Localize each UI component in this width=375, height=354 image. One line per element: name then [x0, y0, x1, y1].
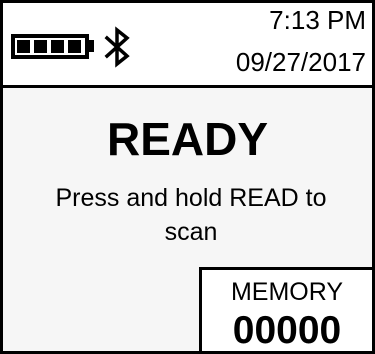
memory-label: MEMORY [230, 278, 344, 306]
battery-segment [68, 40, 81, 53]
memory-count: 00000 [232, 309, 342, 352]
battery-terminal [89, 40, 94, 52]
memory-panel: MEMORY 00000 [199, 267, 372, 352]
bluetooth-icon [104, 26, 130, 68]
status-title: READY [106, 113, 269, 165]
clock-date: 09/27/2017 [235, 47, 366, 77]
status-message: Press and hold READ to scan [55, 184, 327, 246]
battery-icon [11, 34, 89, 59]
device-screen: 7:13 PM 09/27/2017 READY Press and hold … [0, 0, 375, 354]
battery-segment [34, 40, 47, 53]
battery-segment [17, 40, 30, 53]
clock-time: 7:13 PM [269, 5, 366, 35]
battery-segment [51, 40, 64, 53]
status-bar: 7:13 PM 09/27/2017 [3, 3, 372, 88]
